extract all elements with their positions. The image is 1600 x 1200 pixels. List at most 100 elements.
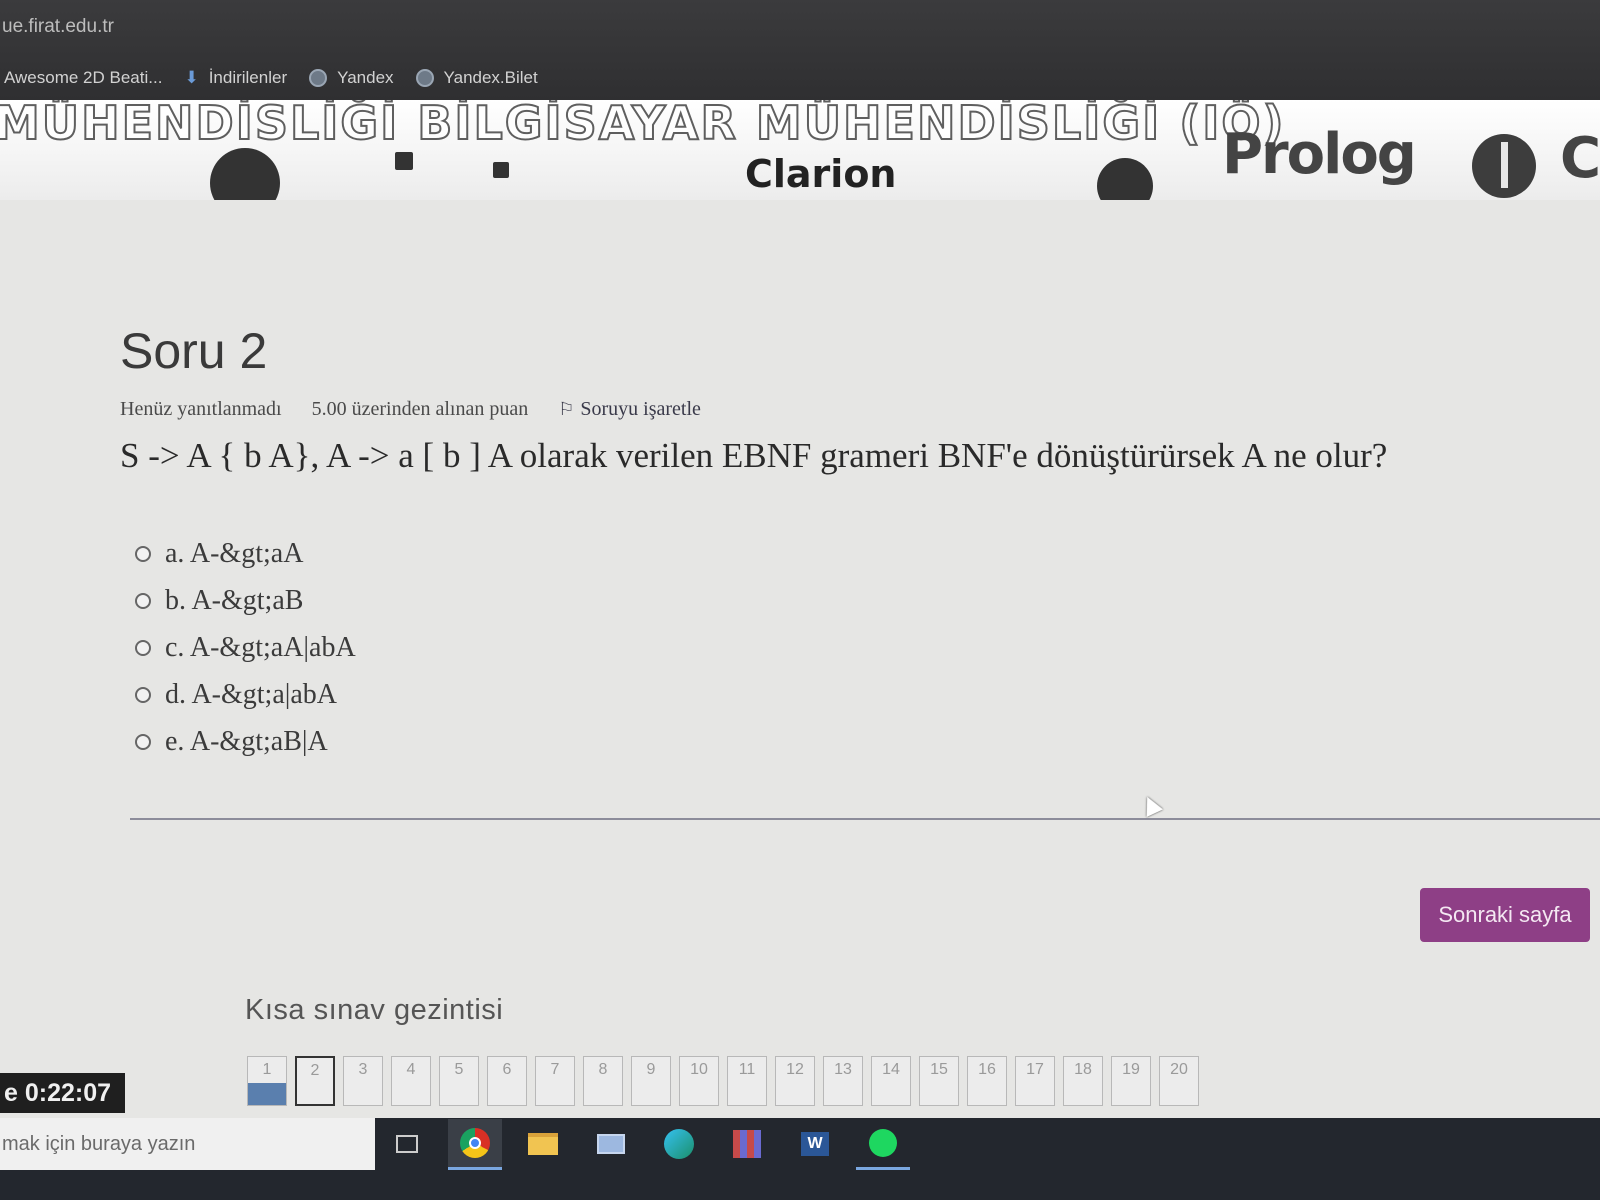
radio-button[interactable]	[135, 592, 151, 609]
quiz-nav-number: 16	[978, 1061, 996, 1078]
quiz-navigation-title: Kısa sınav gezintisi	[245, 994, 504, 1026]
banner-c: C	[1560, 126, 1600, 191]
globe-icon	[415, 69, 434, 87]
quiz-timer: e 0:22:07	[0, 1073, 125, 1113]
answer-option-d[interactable]: d. A-&gt;a|abA	[135, 671, 356, 718]
answer-option-a[interactable]: a. A-&gt;aA	[135, 530, 356, 577]
quiz-navigation: 1 2 3 4 5 6 7 8 9 10 11 12 13 14 15 16 17 18 19 20	[247, 1056, 1199, 1106]
quiz-nav-number: 15	[930, 1061, 948, 1078]
quiz-nav-button-14[interactable]: 14	[871, 1056, 911, 1106]
quiz-nav-number: 17	[1026, 1061, 1044, 1078]
radio-button[interactable]	[135, 733, 151, 750]
question-info: Henüz yanıtlanmadı 5.00 üzerinden alınan…	[120, 398, 701, 421]
quiz-nav-button-13[interactable]: 13	[823, 1056, 863, 1106]
download-icon: ⬇	[184, 68, 199, 87]
next-page-button[interactable]: Sonraki sayfa	[1420, 888, 1590, 942]
banner-logo	[1472, 134, 1536, 198]
address-bar[interactable]: ue.firat.edu.tr	[2, 16, 114, 38]
task-view-icon	[396, 1135, 418, 1153]
task-view-button[interactable]	[380, 1120, 434, 1168]
quiz-nav-number: 6	[502, 1061, 512, 1078]
answer-option-c[interactable]: c. A-&gt;aA|abA	[135, 624, 356, 671]
answer-option-e[interactable]: e. A-&gt;aB|A	[135, 718, 356, 765]
answer-label: a. A-&gt;aA	[165, 537, 304, 569]
answer-option-b[interactable]: b. A-&gt;aB	[135, 577, 356, 624]
remote-desktop-button[interactable]	[584, 1120, 638, 1168]
answer-label: b. A-&gt;aB	[165, 584, 304, 616]
bookmark-yandex-bilet[interactable]: Yandex.Bilet	[415, 68, 538, 88]
quiz-nav-number: 20	[1170, 1061, 1188, 1078]
quiz-nav-number: 13	[834, 1061, 852, 1078]
quiz-nav-number: 2	[310, 1062, 320, 1079]
banner-prolog: Prolog	[1222, 122, 1417, 187]
quiz-nav-button-16[interactable]: 16	[967, 1056, 1007, 1106]
edge-icon	[664, 1129, 694, 1159]
quiz-nav-number: 14	[882, 1061, 900, 1078]
bookmark-yandex[interactable]: Yandex	[309, 68, 394, 88]
radio-button[interactable]	[135, 686, 151, 703]
question-text: S -> A { b A}, A -> a [ b ] A olarak ver…	[120, 436, 1388, 475]
spotify-button[interactable]	[856, 1119, 910, 1170]
bookmark-indirilenler[interactable]: ⬇ İndirilenler	[184, 68, 287, 88]
bookmark-awesome-2d[interactable]: Awesome 2D Beati...	[4, 68, 162, 88]
quiz-nav-number: 1	[262, 1061, 272, 1078]
banner-decoration	[493, 162, 509, 178]
bookmarks-bar: Awesome 2D Beati... ⬇ İndirilenler Yande…	[4, 64, 538, 92]
quiz-nav-button-9[interactable]: 9	[631, 1056, 671, 1106]
bookmark-label: Yandex.Bilet	[443, 68, 538, 87]
chrome-taskbar-button[interactable]	[448, 1118, 502, 1170]
course-banner: MÜHENDİSLİĞİ BİLGİSAYAR MÜHENDİSLİĞİ (IÖ…	[0, 100, 1600, 200]
quiz-nav-button-19[interactable]: 19	[1111, 1056, 1151, 1106]
answer-options: a. A-&gt;aA b. A-&gt;aB c. A-&gt;aA|abA …	[135, 530, 356, 765]
grid-app-icon	[733, 1130, 761, 1158]
bookmark-label: İndirilenler	[208, 68, 288, 87]
edge-button[interactable]	[652, 1120, 706, 1168]
quiz-nav-button-3[interactable]: 3	[343, 1056, 383, 1106]
quiz-nav-number: 18	[1074, 1061, 1092, 1078]
quiz-nav-button-6[interactable]: 6	[487, 1056, 527, 1106]
chrome-icon	[460, 1127, 490, 1158]
browser-chrome: ue.firat.edu.tr Awesome 2D Beati... ⬇ İn…	[0, 0, 1600, 108]
monitor-icon	[597, 1134, 625, 1154]
banner-clarion: Clarion	[745, 152, 897, 196]
quiz-nav-button-4[interactable]: 4	[391, 1056, 431, 1106]
flag-question-label: Soruyu işaretle	[580, 398, 701, 420]
quiz-nav-button-11[interactable]: 11	[727, 1056, 767, 1106]
quiz-nav-button-18[interactable]: 18	[1063, 1056, 1103, 1106]
folder-icon	[528, 1133, 558, 1155]
quiz-nav-button-12[interactable]: 12	[775, 1056, 815, 1106]
word-icon: W	[801, 1132, 829, 1156]
quiz-nav-number: 4	[406, 1061, 416, 1078]
bookmark-label: Yandex	[337, 68, 394, 87]
answer-label: d. A-&gt;a|abA	[165, 678, 338, 710]
file-explorer-button[interactable]	[516, 1120, 570, 1168]
divider	[130, 818, 1600, 820]
app-button[interactable]	[720, 1120, 774, 1168]
taskbar-search-input[interactable]: mak için buraya yazın	[0, 1118, 375, 1170]
quiz-nav-number: 7	[550, 1061, 560, 1078]
radio-button[interactable]	[135, 545, 151, 562]
word-button[interactable]: W	[788, 1120, 842, 1168]
quiz-nav-button-20[interactable]: 20	[1159, 1056, 1199, 1106]
quiz-nav-number: 11	[738, 1061, 756, 1078]
spotify-icon	[869, 1128, 897, 1157]
quiz-nav-button-15[interactable]: 15	[919, 1056, 959, 1106]
quiz-nav-button-8[interactable]: 8	[583, 1056, 623, 1106]
mouse-cursor-icon	[1139, 793, 1163, 817]
quiz-nav-button-2[interactable]: 2	[295, 1056, 335, 1106]
quiz-nav-button-5[interactable]: 5	[439, 1056, 479, 1106]
quiz-nav-button-1[interactable]: 1	[247, 1056, 287, 1106]
radio-button[interactable]	[135, 639, 151, 656]
answer-label: e. A-&gt;aB|A	[165, 725, 328, 757]
quiz-nav-number: 12	[786, 1061, 804, 1078]
globe-icon	[309, 69, 328, 87]
banner-heading: MÜHENDİSLİĞİ BİLGİSAYAR MÜHENDİSLİĞİ (IÖ…	[0, 100, 1286, 151]
quiz-nav-button-10[interactable]: 10	[679, 1056, 719, 1106]
question-status: Henüz yanıtlanmadı	[120, 398, 282, 420]
banner-decoration	[210, 148, 280, 200]
quiz-nav-button-17[interactable]: 17	[1015, 1056, 1055, 1106]
question-points: 5.00 üzerinden alınan puan	[311, 398, 529, 420]
flag-question-link[interactable]: ⚐ Soruyu işaretle	[558, 398, 701, 421]
quiz-nav-button-7[interactable]: 7	[535, 1056, 575, 1106]
windows-taskbar: mak için buraya yazın W	[0, 1118, 1600, 1200]
